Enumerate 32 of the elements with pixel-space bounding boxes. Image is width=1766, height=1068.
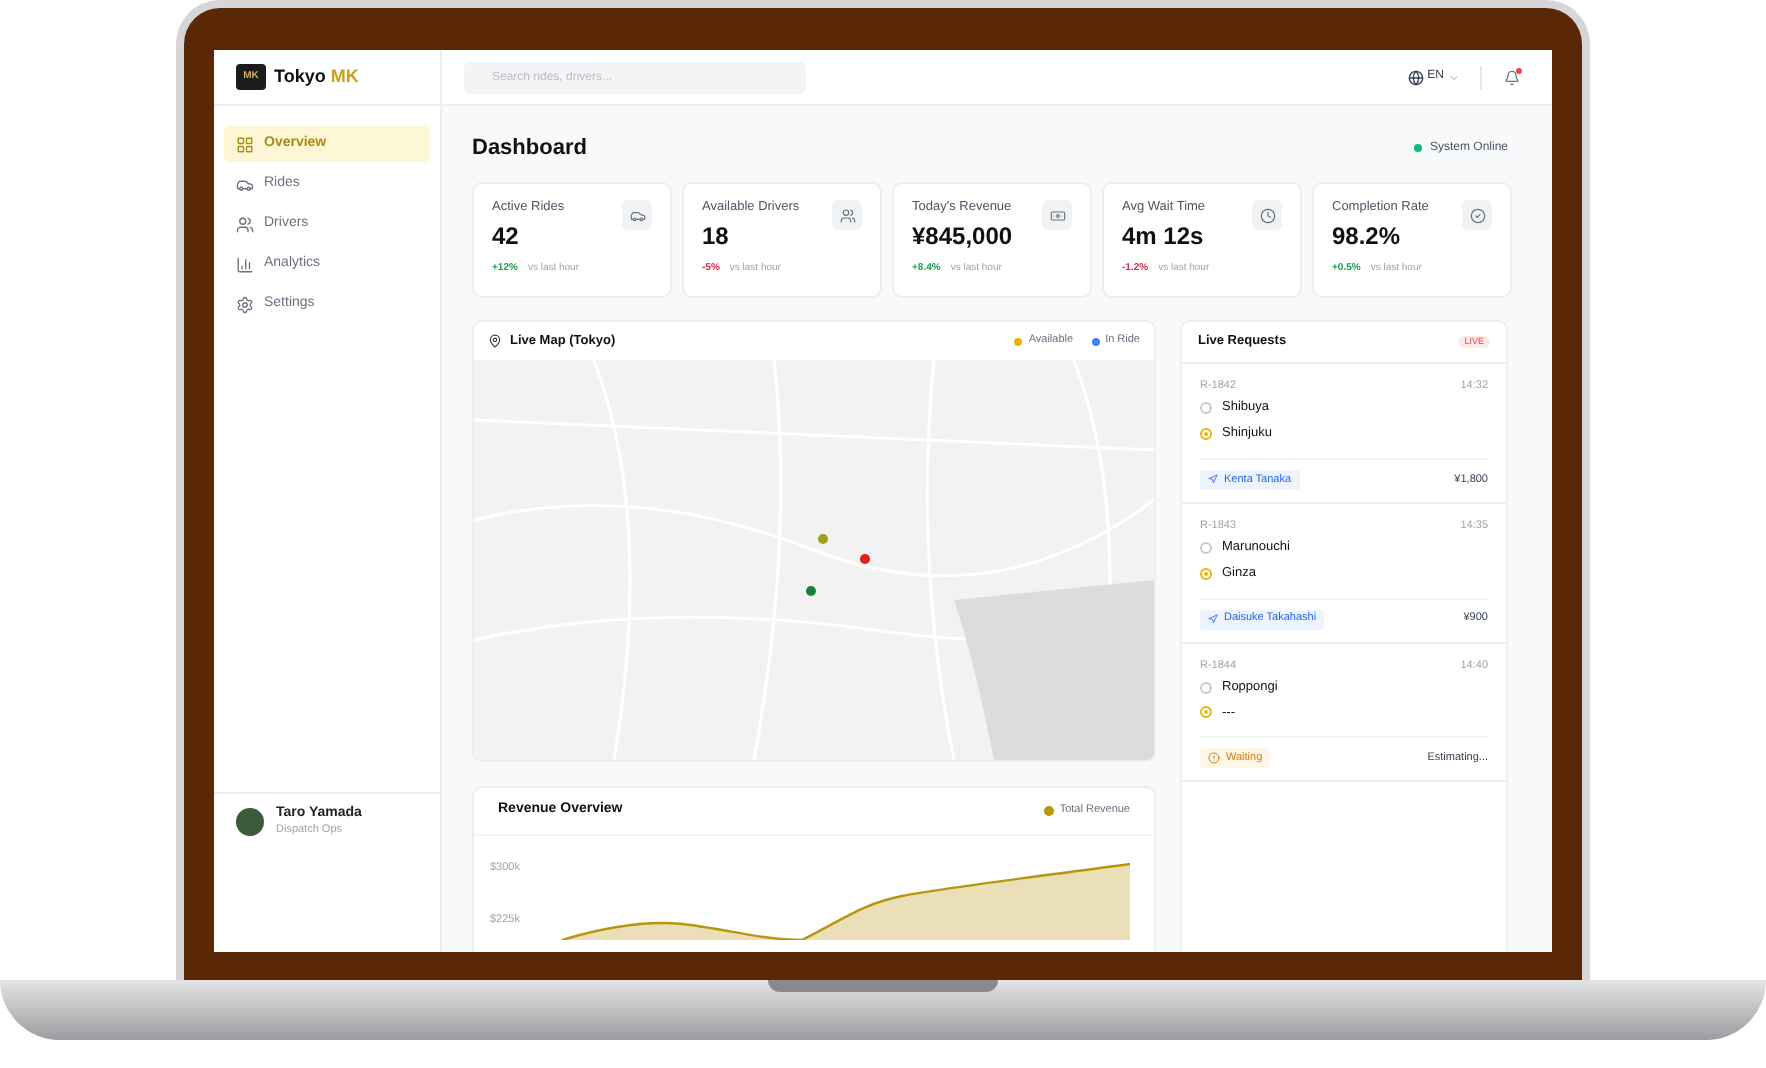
stat-value: ¥845,000: [912, 220, 1013, 252]
vehicle-marker[interactable]: [860, 554, 870, 564]
globe-icon: [1407, 69, 1424, 85]
brand-name: Tokyo MK: [274, 63, 359, 90]
car-icon: [236, 175, 254, 193]
chevron-down-icon: [1448, 71, 1460, 83]
notifications-button[interactable]: [1502, 67, 1522, 87]
dropoff-target-icon: [1200, 706, 1212, 719]
avatar: [236, 807, 264, 835]
settings-icon: [236, 295, 254, 313]
vehicle-marker[interactable]: [806, 586, 816, 596]
users-icon: [236, 215, 254, 233]
car-icon: [629, 207, 645, 223]
grid-icon: [236, 135, 254, 153]
alert-icon: [1208, 752, 1220, 765]
stat-value: 42: [492, 220, 521, 252]
bar-chart-icon: [236, 255, 254, 273]
stat-value: 18: [702, 220, 731, 252]
dropoff-target-icon: [1200, 427, 1212, 440]
vehicle-marker[interactable]: [818, 534, 828, 544]
stat-value: 4m 12s: [1122, 220, 1206, 252]
navigation-icon: [1208, 474, 1218, 485]
dropoff-target-icon: [1200, 567, 1212, 580]
clock-icon: [1259, 207, 1275, 223]
users-icon: [839, 207, 855, 223]
page-title: Dashboard: [472, 133, 587, 164]
stat-value: 98.2%: [1332, 220, 1403, 252]
map-pin-icon: [488, 334, 502, 348]
check-circle-icon: [1469, 207, 1485, 223]
banknote-icon: [1049, 207, 1065, 223]
bell-icon: [1504, 69, 1520, 85]
navigation-icon: [1208, 614, 1218, 624]
